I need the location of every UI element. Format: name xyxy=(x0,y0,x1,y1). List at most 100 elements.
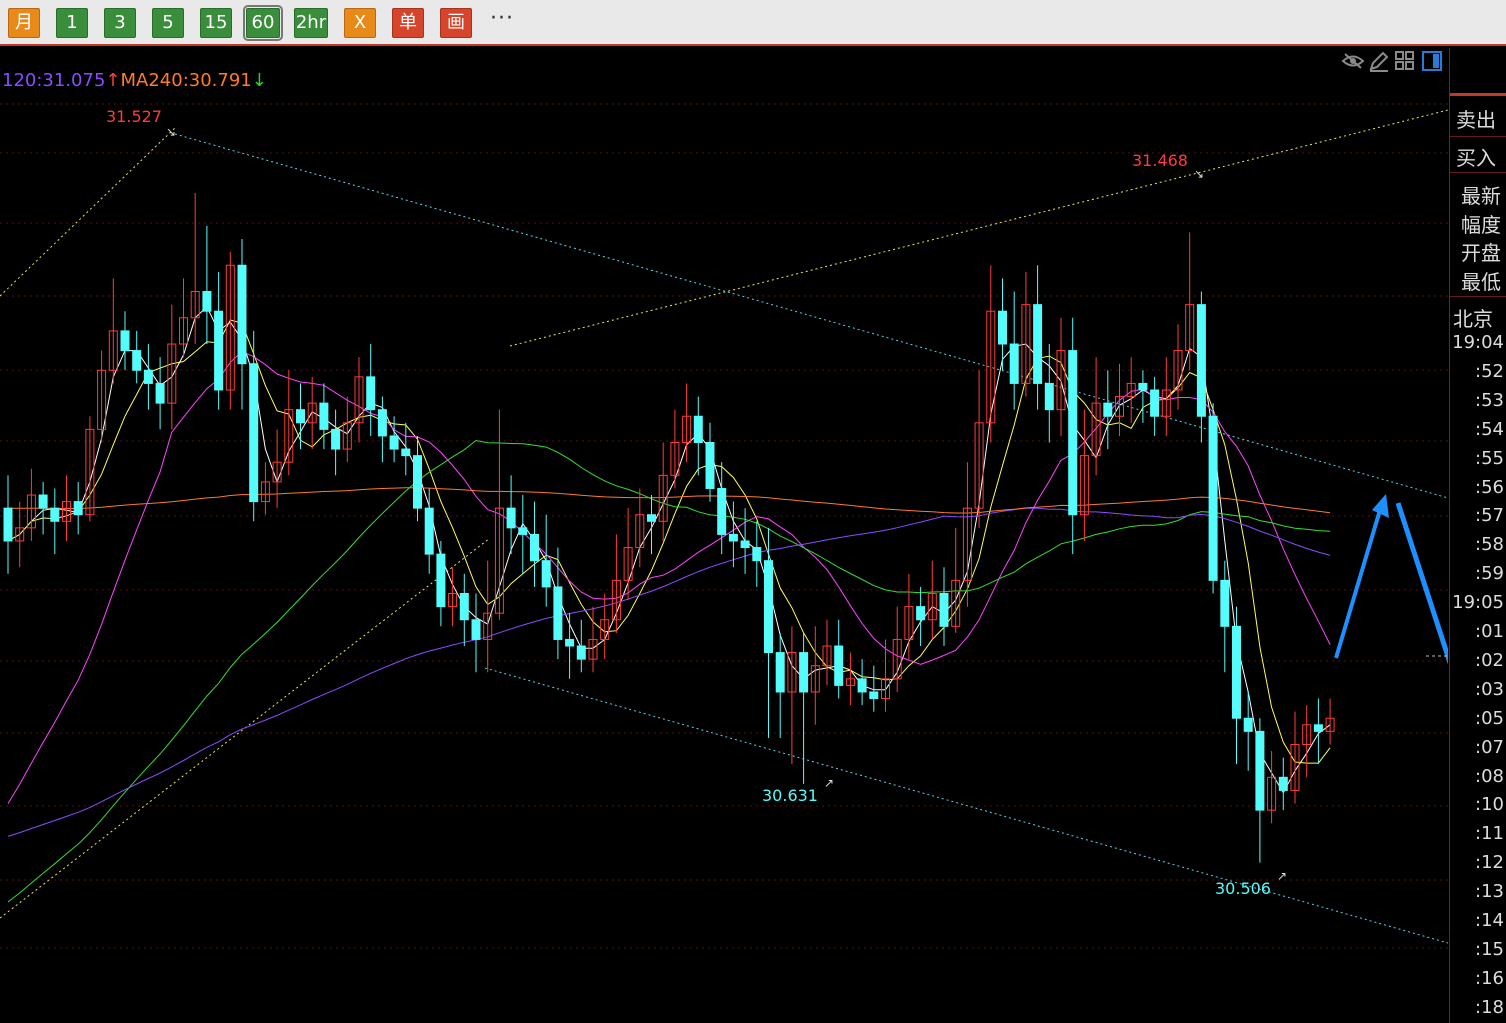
candle-body xyxy=(202,291,212,312)
candle-body xyxy=(366,376,376,411)
tick-time: :53 xyxy=(1475,389,1504,411)
quote-latest-label: 最新 xyxy=(1461,184,1501,208)
price-annotation: 31.468 xyxy=(1132,151,1188,170)
tick-time: :57 xyxy=(1475,505,1504,527)
candle-body xyxy=(752,547,762,562)
period-button-15[interactable]: 15 xyxy=(200,8,232,38)
tick-time: :14 xyxy=(1475,910,1504,931)
quote-low-label: 最低 xyxy=(1461,270,1501,294)
candle-body xyxy=(38,494,48,509)
buy-button[interactable]: 买入 xyxy=(1456,142,1496,171)
candle-body xyxy=(939,592,949,627)
period-button-单[interactable]: 单 xyxy=(392,8,424,38)
candle-body xyxy=(799,652,809,693)
candle-body xyxy=(120,330,130,352)
price-annotation: 31.527 xyxy=(106,107,162,126)
tick-time: :10 xyxy=(1475,794,1504,816)
tick-time: :15 xyxy=(1475,938,1504,960)
candle-body xyxy=(1103,402,1113,417)
candle-body xyxy=(331,428,341,450)
candle-body xyxy=(155,382,165,404)
period-button-1[interactable]: 1 xyxy=(56,8,88,38)
tick-time: :58 xyxy=(1475,534,1504,556)
candlestick-chart[interactable]: 31.527 ↘ 31.468 ↘ 30.631 ↗ 30.506 ↗ xyxy=(0,48,1448,1023)
tick-time: :56 xyxy=(1475,476,1504,498)
candle-body xyxy=(1313,724,1323,732)
candle-body xyxy=(1243,717,1253,732)
period-button-2hr[interactable]: 2hr xyxy=(294,8,328,38)
candle-body xyxy=(73,501,83,516)
candle-body xyxy=(1278,776,1288,791)
divider xyxy=(1450,136,1506,137)
candle-body xyxy=(143,369,153,384)
candle-body xyxy=(389,435,399,450)
trendline xyxy=(0,127,176,297)
tick-time: :16 xyxy=(1475,967,1504,989)
ma5-line xyxy=(7,305,1331,794)
candle-body xyxy=(1208,415,1218,581)
eye-icon[interactable] xyxy=(1341,50,1365,72)
price-annotation: 30.631 xyxy=(762,786,818,805)
candle-body xyxy=(1196,304,1206,417)
candle-body xyxy=(857,678,867,693)
tick-time: :18 xyxy=(1475,996,1504,1018)
panel-toggle-icon[interactable] xyxy=(1421,50,1443,72)
candle-body xyxy=(1255,730,1265,811)
candle-body xyxy=(647,514,656,522)
candle-body xyxy=(1232,625,1241,719)
tick-time: :11 xyxy=(1475,823,1504,845)
period-button-X[interactable]: X xyxy=(344,8,376,38)
period-button-3[interactable]: 3 xyxy=(104,8,136,38)
period-button-月[interactable]: 月 xyxy=(8,8,40,38)
annotation-arrow: ↘ xyxy=(166,125,176,139)
forecast-up-arrow xyxy=(1334,509,1382,659)
ma120-trend-icon: ↑ xyxy=(105,70,121,91)
candle-body xyxy=(705,442,715,489)
annotation-arrow: ↘ xyxy=(1194,167,1204,181)
candle-body xyxy=(998,310,1007,345)
candle-body xyxy=(717,487,727,535)
candle-body xyxy=(518,527,528,535)
period-button-5[interactable]: 5 xyxy=(152,8,184,38)
candle-body xyxy=(728,533,738,542)
candle-body xyxy=(506,507,516,529)
panel-top-bar xyxy=(1450,93,1506,96)
ma20-line xyxy=(7,350,1331,804)
candle-body xyxy=(530,533,539,562)
quote-amplitude-label: 幅度 xyxy=(1461,213,1501,237)
ma120-line xyxy=(7,507,1331,837)
period-button-画[interactable]: 画 xyxy=(440,8,472,38)
candle-body xyxy=(1033,304,1043,384)
quote-side-panel: 卖出 买入 最新 幅度 开盘 最低 北京 19:04:52:53:54:55:5… xyxy=(1449,48,1506,1023)
candle-body xyxy=(413,455,422,509)
ma120-value: 120:31.075 xyxy=(2,70,106,91)
candle-body xyxy=(132,350,142,371)
period-button-60[interactable]: 60 xyxy=(243,5,283,41)
more-options-button[interactable]: ··· xyxy=(490,6,514,31)
ma-legend: 120:31.075↑MA240:30.791↓ xyxy=(2,70,267,91)
annotation-arrow: ↗ xyxy=(1277,869,1287,883)
price-annotation: 30.506 xyxy=(1215,879,1271,898)
ma60-line xyxy=(7,439,1331,903)
ma240-value: MA240:30.791 xyxy=(120,70,252,91)
divider xyxy=(1450,172,1506,173)
candle-body xyxy=(553,586,563,640)
quote-open-label: 开盘 xyxy=(1461,241,1501,265)
tick-time: :54 xyxy=(1475,418,1504,440)
tick-time: 19:04 xyxy=(1452,332,1504,353)
grid-icon[interactable] xyxy=(1394,50,1416,72)
candle-body xyxy=(50,507,60,522)
candle-body xyxy=(459,592,469,621)
tick-time: :01 xyxy=(1475,621,1504,642)
candle-body xyxy=(576,645,586,660)
ma240-trend-icon: ↓ xyxy=(251,70,267,91)
tick-time: :02 xyxy=(1475,649,1504,671)
sell-button[interactable]: 卖出 xyxy=(1456,104,1496,133)
candle-body xyxy=(1220,579,1230,627)
tick-time: :52 xyxy=(1475,360,1504,382)
candle-body xyxy=(565,638,575,647)
candle-body xyxy=(693,415,703,444)
pencil-icon[interactable] xyxy=(1368,50,1390,72)
candle-body xyxy=(436,553,446,608)
period-toolbar: 月 1 3 5 15 60 2hr X 单画 ··· xyxy=(0,0,1506,46)
